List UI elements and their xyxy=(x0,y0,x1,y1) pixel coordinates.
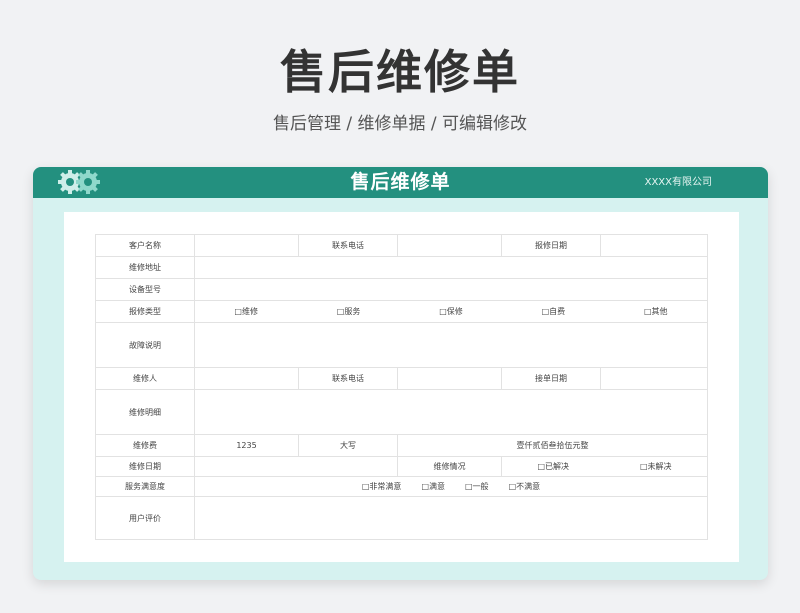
satisfaction-option-average[interactable]: □一般 xyxy=(465,481,489,492)
table-row: 维修人 联系电话 接单日期 xyxy=(95,367,708,390)
contact-phone-label: 联系电话 xyxy=(298,234,398,257)
repair-status-label: 维修情况 xyxy=(397,456,502,477)
repair-fee-label: 维修费 xyxy=(95,434,195,457)
device-model-field[interactable] xyxy=(194,278,708,301)
table-row: 维修日期 维修情况 □已解决 □未解决 xyxy=(95,456,708,477)
user-review-label: 用户评价 xyxy=(95,496,195,540)
form-card: 售后维修单 XXXX有限公司 客户名称 联系电话 报修日期 维修地址 设备型号 xyxy=(33,167,768,580)
table-row: 设备型号 xyxy=(95,278,708,301)
contact-phone2-label: 联系电话 xyxy=(298,367,398,390)
repair-status-options: □已解决 □未解决 xyxy=(501,456,708,477)
repair-date-label: 维修日期 xyxy=(95,456,195,477)
repair-status-option-solved[interactable]: □已解决 xyxy=(537,461,569,472)
customer-name-field[interactable] xyxy=(194,234,299,257)
report-date-label: 报修日期 xyxy=(501,234,601,257)
card-header: 售后维修单 XXXX有限公司 xyxy=(33,167,768,198)
repair-type-label: 报修类型 xyxy=(95,300,195,323)
company-name: XXXX有限公司 xyxy=(644,177,712,188)
repair-type-option-self-pay[interactable]: □自费 xyxy=(542,306,566,317)
satisfaction-option-satisfied[interactable]: □满意 xyxy=(421,481,445,492)
contact-phone-field[interactable] xyxy=(397,234,502,257)
satisfaction-label: 服务满意度 xyxy=(95,476,195,497)
table-row: 用户评价 xyxy=(95,496,708,540)
repairer-field[interactable] xyxy=(194,367,299,390)
table-row: 故障说明 xyxy=(95,322,708,368)
contact-phone2-field[interactable] xyxy=(397,367,502,390)
repair-type-option-service[interactable]: □服务 xyxy=(337,306,361,317)
table-row: 维修明细 xyxy=(95,389,708,435)
repair-type-option-repair[interactable]: □维修 xyxy=(234,306,258,317)
satisfaction-option-unsatisfied[interactable]: □不满意 xyxy=(509,481,541,492)
fault-desc-field[interactable] xyxy=(194,322,708,368)
user-review-field[interactable] xyxy=(194,496,708,540)
repairer-label: 维修人 xyxy=(95,367,195,390)
repair-fee-value[interactable]: 1235 xyxy=(194,434,299,457)
satisfaction-options: □非常满意 □满意 □一般 □不满意 xyxy=(194,476,708,497)
accept-date-field[interactable] xyxy=(600,367,708,390)
table-row: 服务满意度 □非常满意 □满意 □一般 □不满意 xyxy=(95,476,708,497)
table-row: 维修地址 xyxy=(95,256,708,279)
repair-status-option-unsolved[interactable]: □未解决 xyxy=(640,461,672,472)
table-row: 维修费 1235 大写 壹仟贰佰叁拾伍元整 xyxy=(95,434,708,457)
page-title: 售后维修单 xyxy=(280,45,520,99)
repair-address-field[interactable] xyxy=(194,256,708,279)
repair-detail-label: 维修明细 xyxy=(95,389,195,435)
table-row: 报修类型 □维修 □服务 □保修 □自费 □其他 xyxy=(95,300,708,323)
customer-name-label: 客户名称 xyxy=(95,234,195,257)
page-subtitle: 售后管理 / 维修单据 / 可编辑修改 xyxy=(272,114,528,134)
repair-date-field[interactable] xyxy=(194,456,398,477)
capital-value[interactable]: 壹仟贰佰叁拾伍元整 xyxy=(397,434,708,457)
repair-detail-field[interactable] xyxy=(194,389,708,435)
report-date-field[interactable] xyxy=(600,234,708,257)
accept-date-label: 接单日期 xyxy=(501,367,601,390)
capital-label: 大写 xyxy=(298,434,398,457)
table-row: 客户名称 联系电话 报修日期 xyxy=(95,234,708,257)
repair-address-label: 维修地址 xyxy=(95,256,195,279)
repair-type-option-other[interactable]: □其他 xyxy=(644,306,668,317)
repair-type-options: □维修 □服务 □保修 □自费 □其他 xyxy=(194,300,708,323)
repair-form-table: 客户名称 联系电话 报修日期 维修地址 设备型号 报修类型 □维修 □服务 □保… xyxy=(95,234,708,540)
satisfaction-option-very-satisfied[interactable]: □非常满意 xyxy=(362,481,402,492)
form-sheet: 客户名称 联系电话 报修日期 维修地址 设备型号 报修类型 □维修 □服务 □保… xyxy=(64,212,739,562)
device-model-label: 设备型号 xyxy=(95,278,195,301)
repair-type-option-warranty[interactable]: □保修 xyxy=(439,306,463,317)
fault-desc-label: 故障说明 xyxy=(95,322,195,368)
